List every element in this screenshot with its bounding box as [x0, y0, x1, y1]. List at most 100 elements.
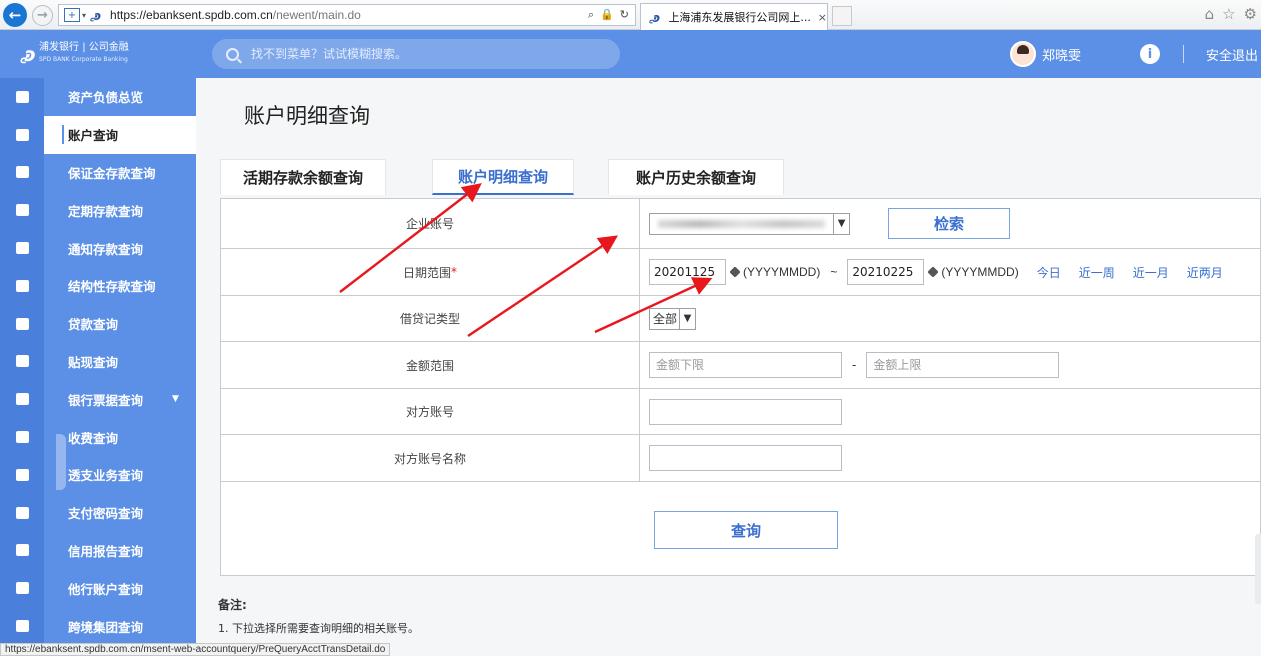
menu-search-box[interactable]	[212, 39, 620, 69]
date-value: (YYYYMMDD) ~ (YYYYMMDD) 今日 近一周 近一月 近两月	[649, 249, 1223, 295]
sidebar-item-structured-deposit[interactable]: 结构性存款查询	[0, 266, 196, 305]
home-icon[interactable]: ⌂	[1205, 5, 1215, 23]
amount-value: -	[649, 342, 1060, 388]
close-tab-icon[interactable]: ×	[818, 11, 827, 24]
sidebar-item-label: 信用报告查询	[68, 543, 144, 559]
info-icon[interactable]: i	[1140, 44, 1160, 64]
calendar-icon[interactable]	[927, 266, 940, 278]
sidebar-item-label: 通知存款查询	[68, 241, 144, 257]
sidebar-item-payment-password[interactable]: 支付密码查询	[0, 493, 196, 532]
spdb-favicon-icon: ꜀ꜿ	[649, 10, 660, 25]
home-icon	[0, 78, 44, 116]
last-two-months-link[interactable]: 近两月	[1187, 264, 1223, 281]
logo-text: 浦发银行 | 公司金融 SPD BANK Corporate Banking	[39, 42, 129, 66]
logout-link[interactable]: 安全退出	[1206, 45, 1258, 64]
menu-search-input[interactable]	[251, 47, 591, 61]
gear-icon[interactable]: ⚙	[1244, 5, 1257, 23]
sidebar-item-label: 收费查询	[68, 430, 119, 446]
back-arrow-icon[interactable]: ←	[3, 3, 27, 27]
sidebar-item-label: 贷款查询	[68, 317, 119, 333]
notes-title: 备注:	[218, 598, 247, 612]
today-link[interactable]: 今日	[1037, 264, 1061, 281]
amount-min-input[interactable]	[649, 352, 842, 378]
scroll-handle[interactable]	[1255, 534, 1261, 604]
sidebar-item-discount[interactable]: 贴现查询	[0, 342, 196, 381]
browser-icons: ⌂ ☆ ⚙	[1205, 5, 1257, 23]
date-label: 日期范围 *	[221, 249, 640, 295]
tab-title: 上海浦东发展银行公司网上...	[668, 11, 811, 24]
logo-cn: 浦发银行 | 公司金融	[39, 42, 129, 53]
status-url: https://ebanksent.spdb.com.cn/msent-web-…	[0, 643, 391, 656]
spdb-favicon-icon: ꜀ꜿ	[90, 8, 101, 23]
dc-type-select[interactable]: 全部 ▼	[649, 307, 697, 330]
sidebar-item-credit-report[interactable]: 信用报告查询	[0, 531, 196, 570]
refresh-icon[interactable]: ↻	[620, 8, 629, 22]
sidebar-item-account-query[interactable]: 账户查询	[0, 115, 196, 154]
sidebar-item-time-deposit[interactable]: 定期存款查询	[0, 191, 196, 230]
last-month-link[interactable]: 近一月	[1133, 264, 1169, 281]
last-week-link[interactable]: 近一周	[1079, 264, 1115, 281]
account-select[interactable]: ▼	[649, 212, 850, 235]
sidebar-item-notice-deposit[interactable]: 通知存款查询	[0, 229, 196, 267]
sidebar-item-overdraft[interactable]: 透支业务查询	[0, 455, 196, 494]
calendar-icon[interactable]	[729, 266, 741, 278]
briefcase-icon	[0, 455, 44, 494]
account-number-redacted	[658, 219, 826, 228]
chevron-down-icon: ▼	[172, 394, 179, 405]
sidebar-item-cross-border[interactable]: 跨境集团查询	[0, 607, 196, 645]
sidebar-item-label: 账户查询	[62, 125, 118, 145]
address-bar[interactable]: + ▾ ꜀ꜿ https://ebanksent.spdb.com.cn/new…	[58, 4, 636, 26]
query-form: 企业账号 ▼ 检索 日期范围* (YYYYMMDD) ~ (YYYYMMDD) …	[220, 198, 1261, 576]
avatar[interactable]	[1010, 41, 1036, 67]
amount-label: 金额范围	[221, 342, 640, 388]
chevron-down-icon: ▼	[833, 213, 849, 234]
report-icon	[0, 531, 44, 570]
tab-history-balance[interactable]: 账户历史余额查询	[608, 159, 784, 195]
bank-logo[interactable]: ꜀ꜿ 浦发银行 | 公司金融 SPD BANK Corporate Bankin…	[0, 30, 196, 78]
url-text[interactable]: https://ebanksent.spdb.com.cn/newent/mai…	[110, 8, 361, 22]
discount-icon	[0, 342, 44, 381]
spdb-logo-icon: ꜀ꜿ	[20, 44, 35, 66]
date-separator: ~	[830, 265, 838, 279]
browser-tab[interactable]: ꜀ꜿ 上海浦东发展银行公司网上... ×	[640, 3, 828, 30]
lock-icon	[0, 266, 44, 305]
tab-account-detail[interactable]: 账户明细查询	[432, 159, 574, 195]
user-info[interactable]: 郑晓雯	[1010, 41, 1081, 67]
counter-account-input[interactable]	[649, 398, 842, 425]
dropdown-arrow-icon[interactable]: ▾	[82, 11, 86, 20]
query-button[interactable]: 查询	[654, 511, 838, 549]
new-tab-button[interactable]	[832, 6, 852, 26]
start-date-input[interactable]	[649, 259, 726, 285]
globe-icon	[0, 607, 44, 645]
lock-icon[interactable]: 🔒	[600, 8, 614, 22]
sidebar-item-label: 他行账户查询	[68, 581, 144, 597]
calendar-icon	[0, 191, 44, 230]
sidebar-item-label: 银行票据查询	[68, 392, 144, 408]
main-content: 账户明细查询 活期存款余额查询 账户明细查询 账户历史余额查询 企业账号 ▼ 检…	[196, 78, 1261, 656]
account-value: ▼ 检索	[649, 199, 1010, 248]
forward-arrow-icon[interactable]: →	[32, 5, 53, 26]
row-counter-account: 对方账号	[221, 389, 1261, 435]
amount-max-input[interactable]	[866, 352, 1060, 378]
sidebar-item-fees[interactable]: 收费查询	[0, 418, 196, 456]
end-date-input[interactable]	[847, 259, 925, 285]
sidebar-item-bank-bills[interactable]: 银行票据查询 ▼	[0, 380, 196, 419]
fee-icon	[0, 418, 44, 456]
counter-name-input[interactable]	[649, 445, 842, 471]
search-icon[interactable]: ⌕	[588, 8, 594, 22]
row-account: 企业账号 ▼ 检索	[221, 199, 1261, 249]
star-icon[interactable]: ☆	[1222, 5, 1235, 23]
loan-icon	[0, 304, 44, 343]
sidebar-item-asset-overview[interactable]: 资产负债总览	[0, 78, 196, 116]
row-counter-name: 对方账号名称	[221, 435, 1261, 482]
counter-account-value	[649, 389, 842, 434]
sidebar-item-other-bank[interactable]: 他行账户查询	[0, 569, 196, 608]
dc-type-selected: 全部	[653, 312, 678, 326]
sidebar-collapse-handle[interactable]	[56, 434, 66, 490]
tab-current-balance[interactable]: 活期存款余额查询	[220, 159, 386, 195]
sidebar-item-loan[interactable]: 贷款查询	[0, 304, 196, 343]
app-header: ꜀ꜿ 浦发银行 | 公司金融 SPD BANK Corporate Bankin…	[0, 30, 1261, 78]
sidebar-item-margin-deposit[interactable]: 保证金存款查询	[0, 153, 196, 192]
search-button[interactable]: 检索	[888, 208, 1010, 239]
sidebar-item-label: 透支业务查询	[68, 468, 144, 484]
